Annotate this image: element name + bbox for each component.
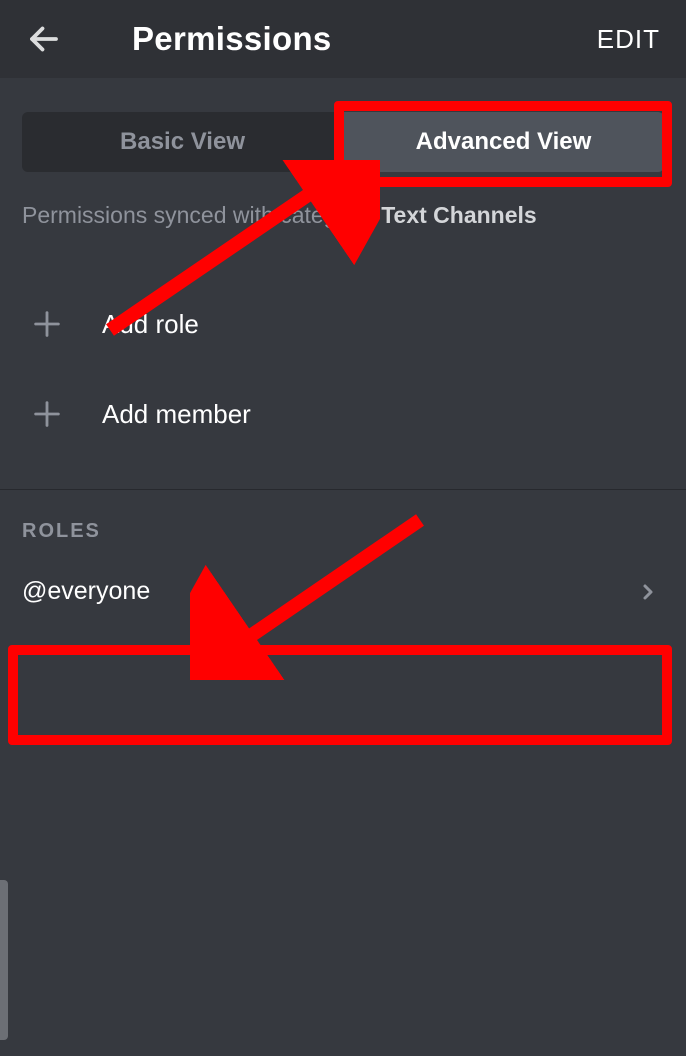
roles-section: ROLES @everyone: [0, 489, 686, 628]
tab-advanced-view[interactable]: Advanced View: [343, 112, 664, 172]
sync-category: Text Channels: [381, 202, 537, 228]
edit-button[interactable]: EDIT: [597, 24, 660, 55]
header-left: Permissions: [26, 20, 332, 58]
add-list: Add role Add member: [0, 279, 686, 459]
roles-heading: ROLES: [0, 490, 686, 555]
page-title: Permissions: [132, 20, 332, 58]
back-arrow-icon[interactable]: [26, 21, 62, 57]
sync-prefix: Permissions synced with category:: [22, 202, 381, 228]
scroll-edge: [0, 880, 8, 1040]
header-bar: Permissions EDIT: [0, 0, 686, 78]
role-name: @everyone: [22, 577, 150, 606]
add-role-label: Add role: [102, 309, 199, 340]
tab-basic-view[interactable]: Basic View: [22, 112, 343, 172]
plus-icon: [30, 397, 64, 431]
plus-icon: [30, 307, 64, 341]
view-tabs: Basic View Advanced View: [22, 112, 664, 172]
chevron-right-icon: [636, 580, 660, 604]
add-member-button[interactable]: Add member: [0, 369, 686, 459]
sync-status: Permissions synced with category: Text C…: [22, 202, 664, 229]
add-member-label: Add member: [102, 399, 251, 430]
role-item-everyone[interactable]: @everyone: [0, 555, 686, 628]
add-role-button[interactable]: Add role: [0, 279, 686, 369]
annotation-highlight-everyone-role: [8, 645, 672, 745]
